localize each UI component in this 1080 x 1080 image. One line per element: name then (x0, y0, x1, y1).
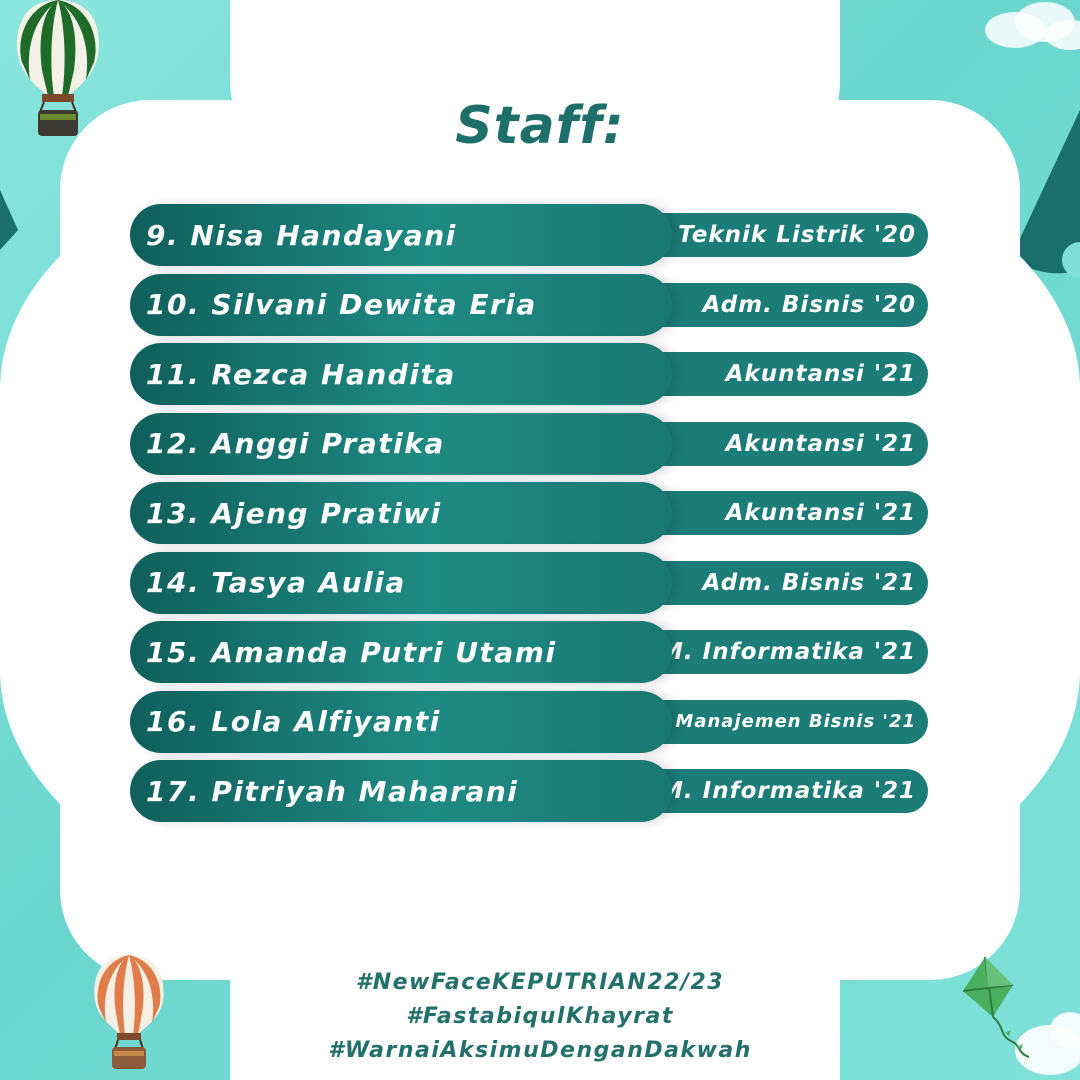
list-item: M. Informatika '21 17. Pitriyah Maharani (130, 760, 930, 822)
staff-name: 14. Tasya Aulia (146, 566, 406, 599)
department-label: M. Informatika '21 (660, 778, 916, 804)
staff-name: 12. Anggi Pratika (146, 427, 445, 460)
department-label: Akuntansi '21 (725, 430, 916, 457)
list-item: Adm. Bisnis '20 10. Silvani Dewita Eria (130, 273, 930, 336)
hashtags: #NewFaceKEPUTRIAN22/23 #FastabiqulKhayra… (0, 966, 1080, 1068)
staff-name: 17. Pitriyah Maharani (146, 774, 519, 808)
department-label: Manajemen Bisnis '21 (675, 711, 916, 732)
staff-name: 9. Nisa Handayani (146, 218, 457, 252)
hashtag: #FastabiqulKhayrat (406, 1004, 674, 1029)
name-bar: 15. Amanda Putri Utami (130, 621, 672, 683)
list-item: Akuntansi '21 13. Ajeng Pratiwi (130, 482, 930, 544)
name-bar: 11. Rezca Handita (130, 343, 672, 405)
department-label: Teknik Listrik '20 (678, 222, 916, 248)
list-item: M. Informatika '21 15. Amanda Putri Utam… (130, 621, 930, 683)
department-label: Adm. Bisnis '21 (702, 569, 916, 596)
department-label: M. Informatika '21 (660, 639, 916, 665)
poster: Staff: Teknik Listrik '20 9. Nisa Handay… (0, 0, 1080, 1080)
list-item: Akuntansi '21 12. Anggi Pratika (130, 412, 930, 475)
page-title: Staff: (455, 96, 625, 156)
department-label: Adm. Bisnis '20 (702, 291, 916, 318)
staff-list: Teknik Listrik '20 9. Nisa Handayani Adm… (130, 204, 930, 830)
list-item: Manajemen Bisnis '21 16. Lola Alfiyanti (130, 690, 930, 753)
staff-name: 10. Silvani Dewita Eria (146, 288, 537, 321)
name-bar: 12. Anggi Pratika (130, 412, 672, 475)
department-label: Akuntansi '21 (725, 361, 916, 387)
department-label: Akuntansi '21 (725, 500, 916, 526)
name-bar: 9. Nisa Handayani (130, 204, 672, 266)
hashtag: #WarnaiAksimuDenganDakwah (328, 1038, 752, 1063)
staff-name: 16. Lola Alfiyanti (146, 705, 441, 738)
staff-name: 13. Ajeng Pratiwi (146, 496, 442, 530)
name-bar: 14. Tasya Aulia (130, 551, 672, 614)
name-bar: 16. Lola Alfiyanti (130, 690, 672, 753)
name-bar: 10. Silvani Dewita Eria (130, 273, 672, 336)
hashtag: #NewFaceKEPUTRIAN22/23 (355, 970, 725, 995)
staff-name: 11. Rezca Handita (146, 357, 456, 391)
name-bar: 13. Ajeng Pratiwi (130, 482, 672, 544)
list-item: Teknik Listrik '20 9. Nisa Handayani (130, 204, 930, 266)
cloud-icon (985, 2, 1080, 50)
hill-shape-left (0, 190, 18, 250)
list-item: Akuntansi '21 11. Rezca Handita (130, 343, 930, 405)
name-bar: 17. Pitriyah Maharani (130, 760, 672, 822)
staff-name: 15. Amanda Putri Utami (146, 635, 557, 669)
list-item: Adm. Bisnis '21 14. Tasya Aulia (130, 551, 930, 614)
